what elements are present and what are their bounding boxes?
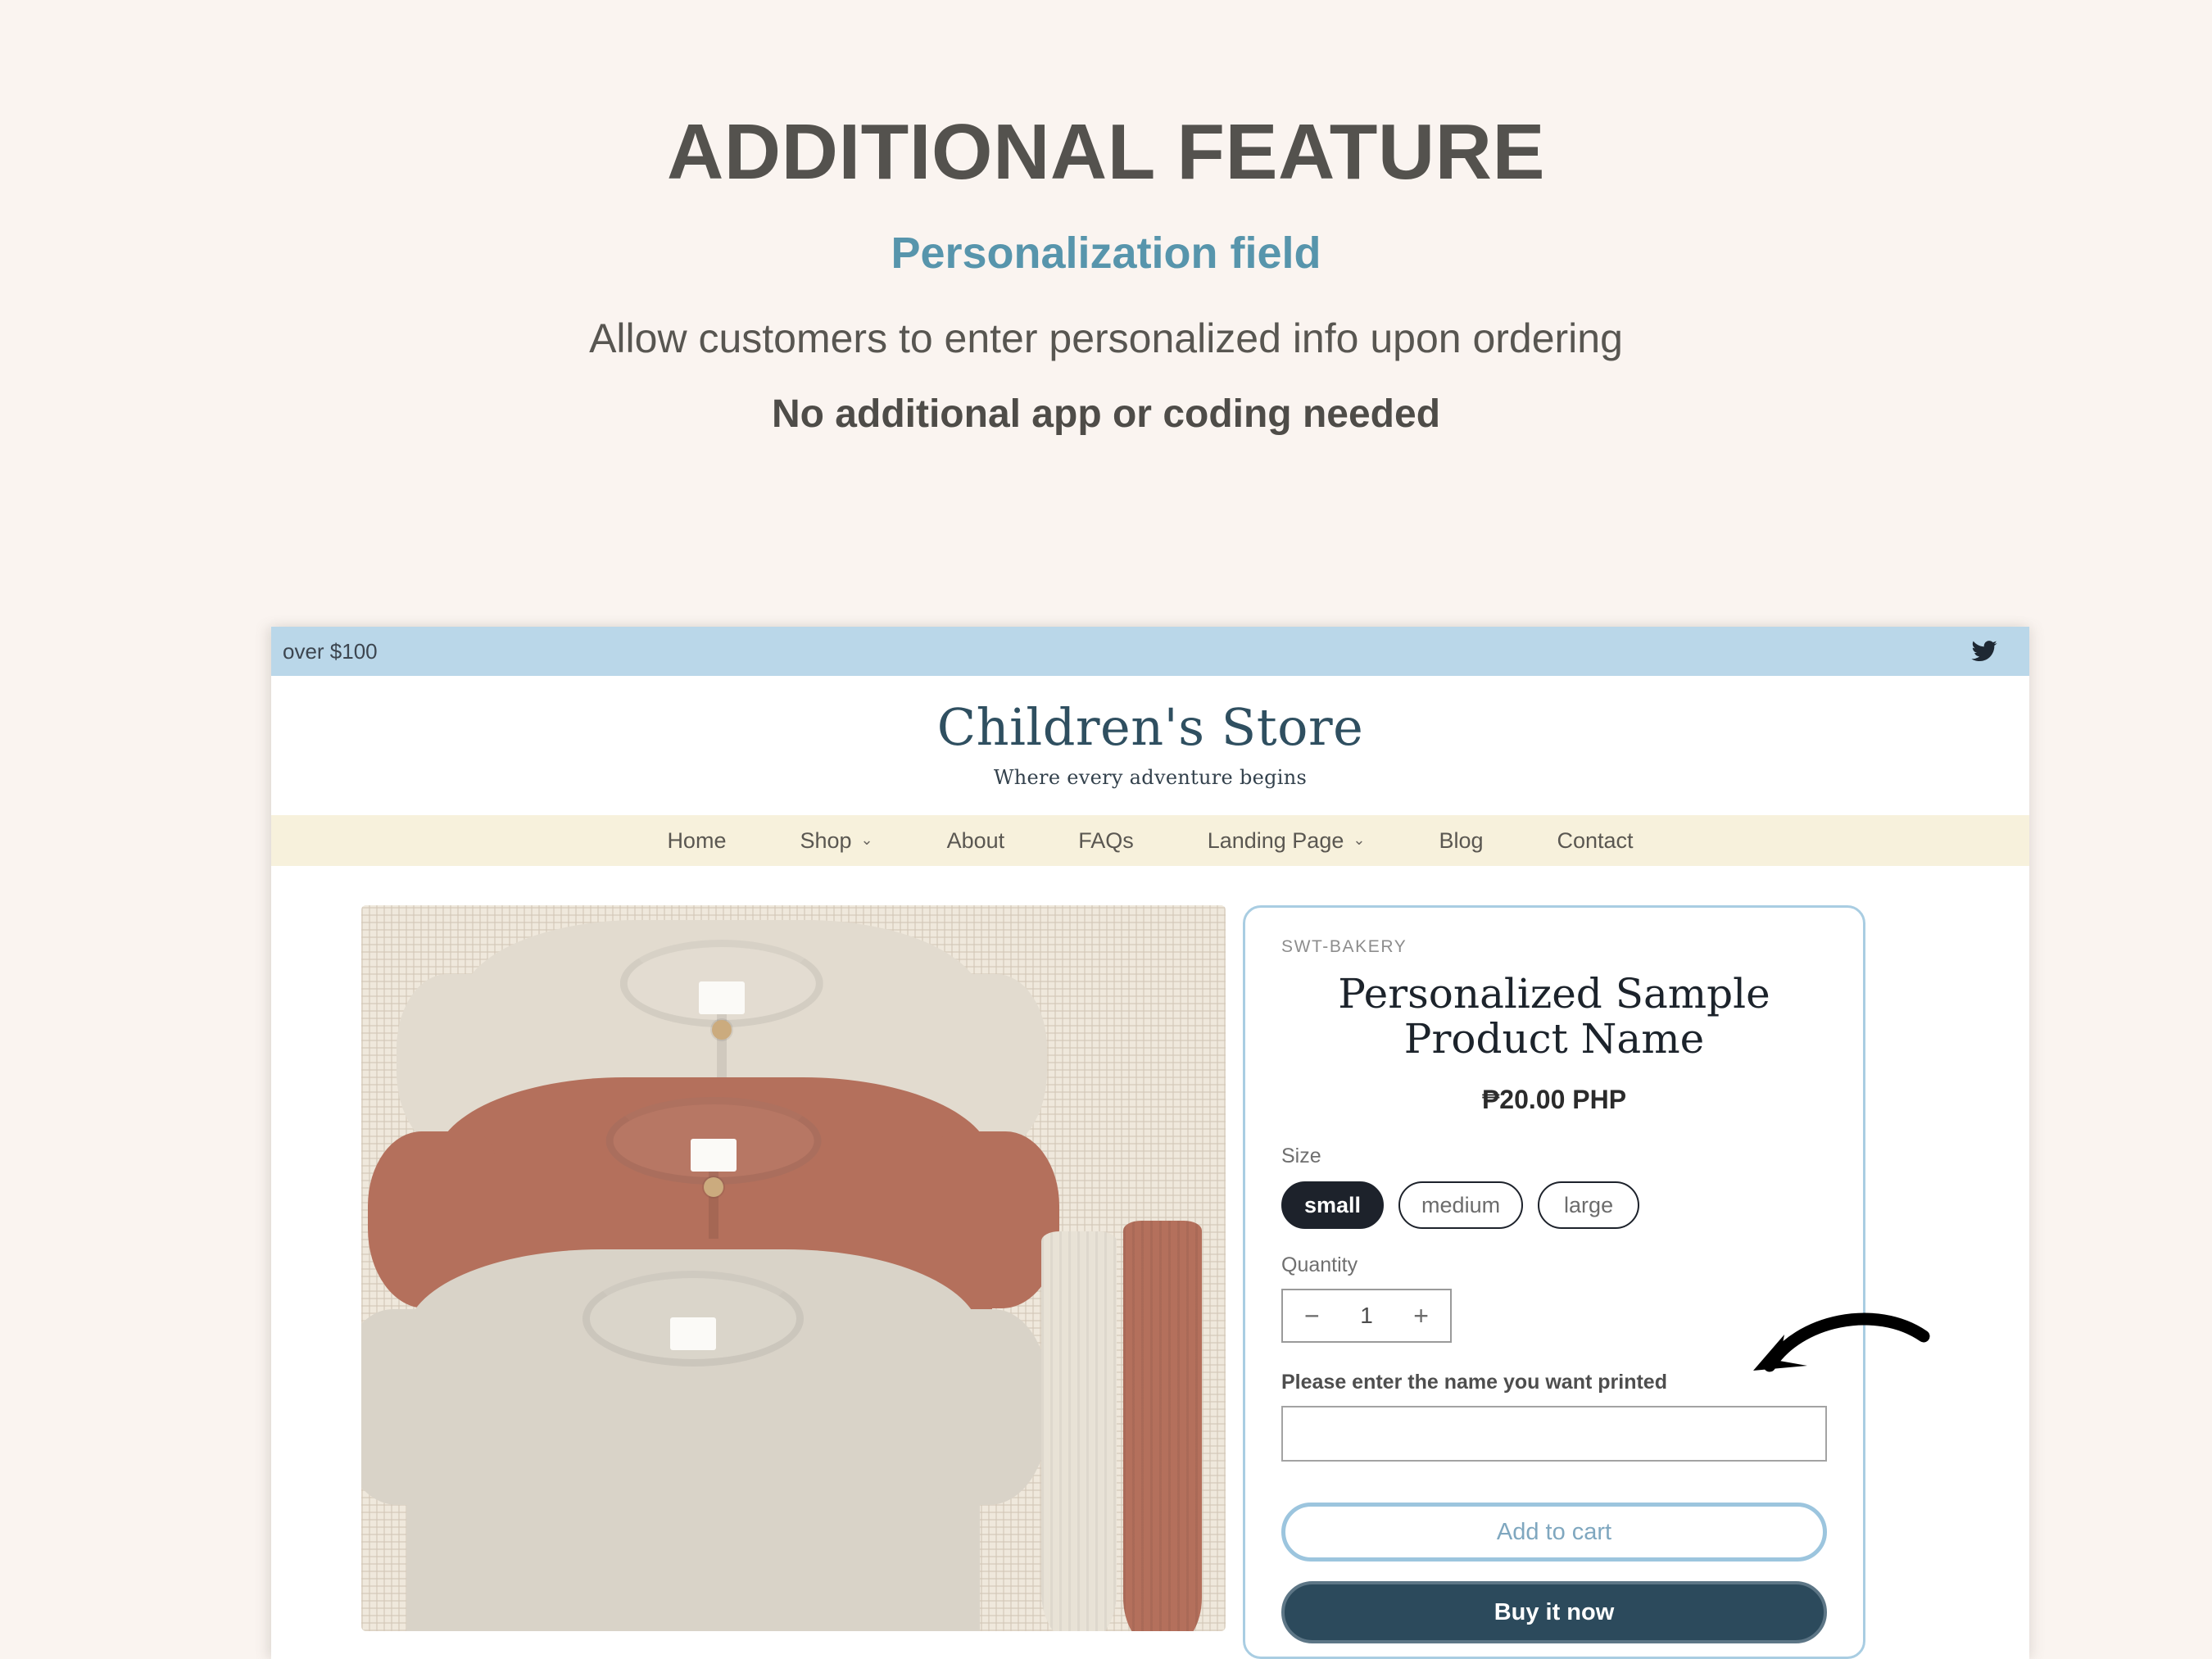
quantity-increase-button[interactable]: +	[1413, 1303, 1429, 1329]
onesie-grey	[361, 1249, 1049, 1631]
nav-item-faqs[interactable]: FAQs	[1041, 828, 1171, 854]
size-option-large[interactable]: large	[1538, 1181, 1640, 1229]
quantity-value[interactable]: 1	[1360, 1303, 1373, 1329]
feature-subtitle: Personalization field	[891, 229, 1321, 278]
page-title: ADDITIONAL FEATURE	[666, 108, 1546, 196]
product-info-panel: SWT-BAKERY Personalized Sample Product N…	[1243, 905, 1865, 1659]
product-vendor[interactable]: SWT-BAKERY	[1281, 937, 1827, 957]
feature-note: No additional app or coding needed	[771, 392, 1441, 436]
nav-label: About	[946, 827, 1005, 853]
nav-label: Blog	[1439, 827, 1484, 853]
twitter-icon[interactable]	[1970, 637, 1998, 665]
quantity-label: Quantity	[1281, 1253, 1358, 1276]
store-logo[interactable]: Children's Store	[937, 702, 1364, 753]
store-header: Children's Store Where every adventure b…	[271, 676, 2029, 815]
nav-item-landing-page[interactable]: Landing Page ⌄	[1171, 828, 1403, 854]
buy-it-now-button[interactable]: Buy it now	[1281, 1581, 1827, 1643]
quantity-stepper: − 1 +	[1281, 1289, 1452, 1343]
nav-label: Contact	[1557, 827, 1634, 853]
nav-item-contact[interactable]: Contact	[1521, 828, 1670, 854]
nav-label: Home	[667, 827, 727, 853]
sock-cream	[1041, 1231, 1117, 1631]
storefront-screenshot: over $100 Children's Store Where every a…	[271, 627, 2029, 1659]
size-option-small[interactable]: small	[1281, 1181, 1385, 1229]
nav-label: Landing Page	[1207, 827, 1344, 853]
product-title: Personalized Sample Product Name	[1338, 970, 1770, 1063]
product-price: ₱20.00 PHP	[1481, 1085, 1627, 1114]
nav-label: Shop	[800, 827, 852, 853]
add-to-cart-button[interactable]: Add to cart	[1281, 1503, 1827, 1562]
product-gallery	[271, 905, 1243, 1659]
personalization-label: Please enter the name you want printed	[1281, 1371, 1667, 1394]
product-page: SWT-BAKERY Personalized Sample Product N…	[271, 866, 2029, 1659]
product-info-column: SWT-BAKERY Personalized Sample Product N…	[1243, 905, 1964, 1659]
size-option-medium[interactable]: medium	[1398, 1181, 1524, 1229]
feature-description: Allow customers to enter personalized in…	[589, 315, 1623, 361]
nav-item-blog[interactable]: Blog	[1402, 828, 1520, 854]
nav-item-home[interactable]: Home	[630, 828, 763, 854]
personalization-input[interactable]	[1281, 1406, 1827, 1462]
announcement-text: over $100	[283, 638, 378, 664]
announcement-bar: over $100	[271, 627, 2029, 676]
main-navigation: Home Shop ⌄ About FAQs Landing Page ⌄ Bl…	[271, 815, 2029, 866]
product-image[interactable]	[361, 905, 1226, 1631]
size-selector: small medium large	[1281, 1181, 1827, 1229]
nav-item-about[interactable]: About	[910, 828, 1042, 854]
nav-label: FAQs	[1078, 827, 1134, 853]
quantity-decrease-button[interactable]: −	[1304, 1303, 1320, 1329]
chevron-down-icon: ⌄	[1353, 832, 1366, 848]
store-tagline: Where every adventure begins	[993, 766, 1308, 789]
nav-item-shop[interactable]: Shop ⌄	[763, 828, 909, 854]
sock-rust	[1123, 1221, 1202, 1631]
chevron-down-icon: ⌄	[860, 832, 873, 848]
size-label: Size	[1281, 1145, 1321, 1167]
headline-block: ADDITIONAL FEATURE Personalization field…	[0, 0, 2212, 434]
